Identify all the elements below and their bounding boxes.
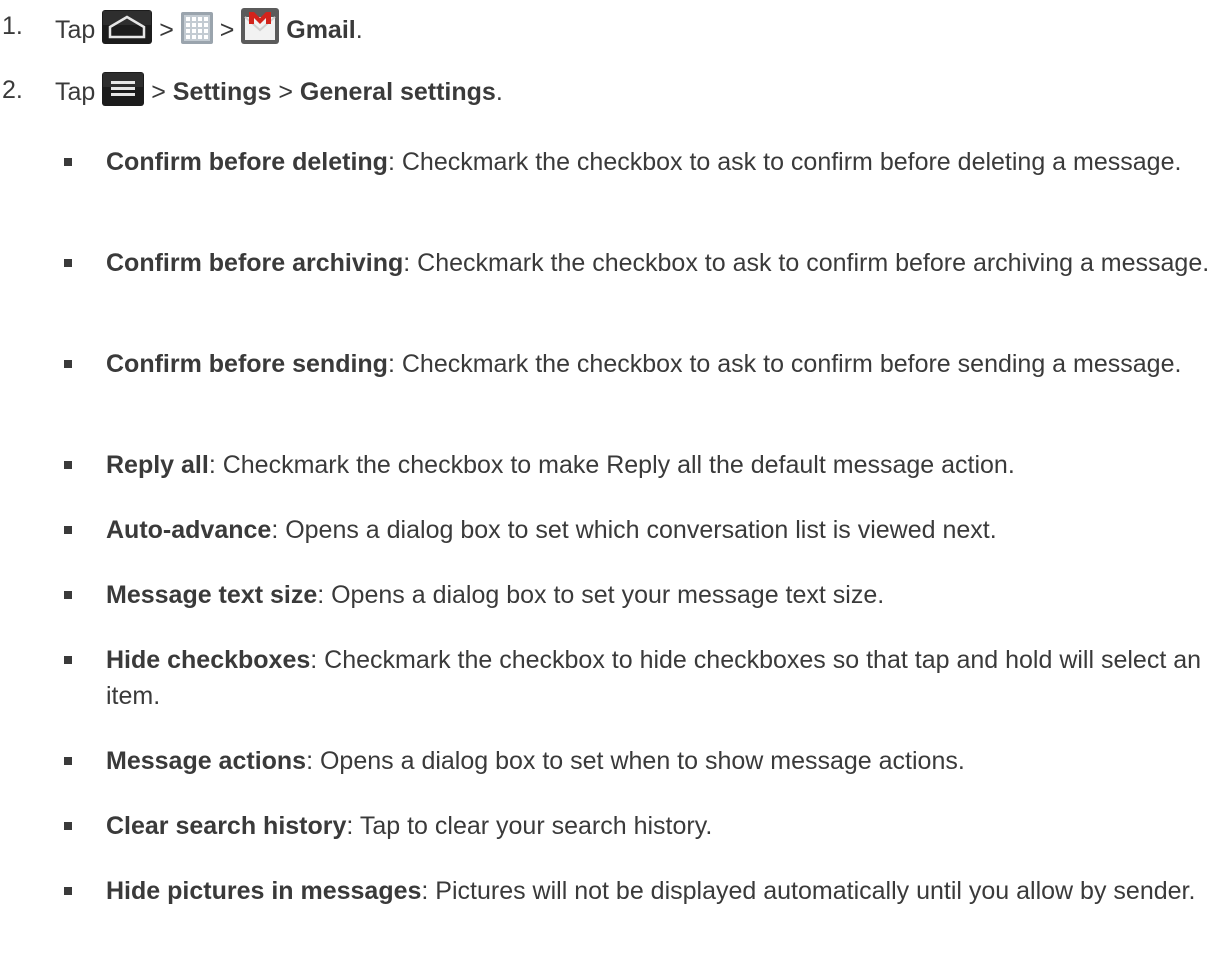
option-item: Confirm before archiving: Checkmark the … <box>0 245 1219 317</box>
option-title: Reply all <box>106 451 209 479</box>
option-description: : Tap to clear your search history. <box>346 812 713 840</box>
home-icon <box>102 10 153 54</box>
option-text: Clear search history: Tap to clear your … <box>106 808 1216 844</box>
option-item: Reply all: Checkmark the checkbox to mak… <box>0 447 1219 483</box>
menu-icon <box>102 72 145 116</box>
apps-grid-icon <box>180 12 213 54</box>
option-item: Message text size: Opens a dialog box to… <box>0 577 1219 613</box>
option-item: Clear search history: Tap to clear your … <box>0 808 1219 844</box>
option-text: Confirm before sending: Checkmark the ch… <box>106 346 1216 382</box>
option-title: Hide checkboxes <box>106 646 311 674</box>
option-text: Auto-advance: Opens a dialog box to set … <box>106 512 1216 548</box>
bullet-icon <box>64 887 72 895</box>
step-1: 1. Tap > > Gmail. <box>0 8 1219 50</box>
option-description: : Checkmark the checkbox to ask to confi… <box>403 249 1210 277</box>
bullet-icon <box>64 526 72 534</box>
bullet-icon <box>64 656 72 664</box>
bullet-icon <box>64 822 72 830</box>
step-2: 2. Tap > Settings > General settings. <box>0 72 1219 114</box>
option-title: Confirm before sending <box>106 350 388 378</box>
bullet-icon <box>64 360 72 368</box>
option-item: Hide pictures in messages: Pictures will… <box>0 873 1219 945</box>
option-description: : Pictures will not be displayed automat… <box>421 877 1196 905</box>
period: . <box>495 78 503 106</box>
option-text: Confirm before deleting: Checkmark the c… <box>106 144 1216 180</box>
period: . <box>355 16 363 44</box>
bullet-icon <box>64 461 72 469</box>
separator: > <box>278 78 293 106</box>
document-page: { "steps": [ { "number": "1.", "tap": "T… <box>0 0 1219 979</box>
tap-word: Tap <box>55 16 96 44</box>
option-text: Hide checkboxes: Checkmark the checkbox … <box>106 642 1216 714</box>
bullet-icon <box>64 259 72 267</box>
option-item: Auto-advance: Opens a dialog box to set … <box>0 512 1219 548</box>
step-number: 2. <box>2 76 23 104</box>
separator: > <box>159 16 174 44</box>
option-title: Hide pictures in messages <box>106 877 422 905</box>
step-text: Tap > > Gmail. <box>55 8 363 54</box>
option-description: : Checkmark the checkbox to make Reply a… <box>208 451 1015 479</box>
option-title: Confirm before deleting <box>106 148 388 176</box>
separator: > <box>151 78 166 106</box>
option-title: Message text size <box>106 581 318 609</box>
option-text: Reply all: Checkmark the checkbox to mak… <box>106 447 1216 483</box>
option-item: Confirm before deleting: Checkmark the c… <box>0 144 1219 216</box>
bullet-icon <box>64 158 72 166</box>
option-text: Hide pictures in messages: Pictures will… <box>106 873 1216 909</box>
step-text: Tap > Settings > General settings. <box>55 72 503 116</box>
separator: > <box>219 16 235 44</box>
option-item: Message actions: Opens a dialog box to s… <box>0 743 1219 779</box>
option-title: Auto-advance <box>106 516 272 544</box>
option-item: Hide checkboxes: Checkmark the checkbox … <box>0 642 1219 714</box>
general-settings-label: General settings <box>299 78 496 106</box>
option-text: Message actions: Opens a dialog box to s… <box>106 743 1216 779</box>
option-title: Confirm before archiving <box>106 249 404 277</box>
step-number: 1. <box>2 12 23 40</box>
option-item: Confirm before sending: Checkmark the ch… <box>0 346 1219 418</box>
option-description: : Opens a dialog box to set which conver… <box>271 516 997 544</box>
option-title: Message actions <box>106 747 307 775</box>
option-description: : Opens a dialog box to set your message… <box>317 581 885 609</box>
option-description: : Opens a dialog box to set when to show… <box>306 747 965 775</box>
option-description: : Checkmark the checkbox to ask to confi… <box>387 148 1182 176</box>
gmail-icon <box>241 8 280 54</box>
bullet-icon <box>64 591 72 599</box>
settings-label: Settings <box>172 78 272 106</box>
gmail-label: Gmail <box>286 16 356 44</box>
tap-word: Tap <box>55 78 96 106</box>
option-description: : Checkmark the checkbox to ask to confi… <box>387 350 1182 378</box>
option-text: Confirm before archiving: Checkmark the … <box>106 245 1216 281</box>
bullet-icon <box>64 757 72 765</box>
option-text: Message text size: Opens a dialog box to… <box>106 577 1216 613</box>
option-title: Clear search history <box>106 812 347 840</box>
